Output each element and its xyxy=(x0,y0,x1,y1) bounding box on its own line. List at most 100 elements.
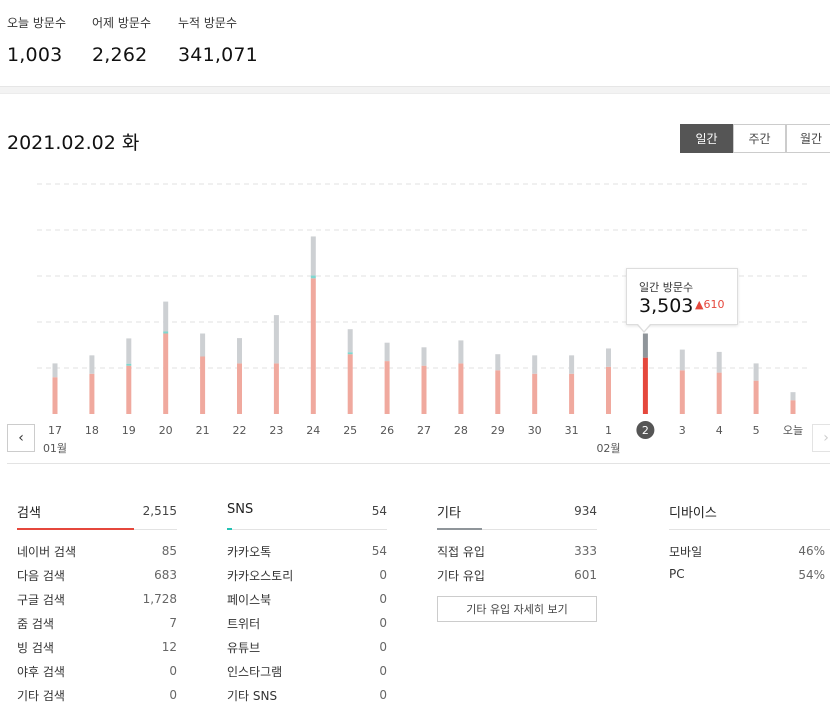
list-item: 네이버 검색 85 xyxy=(17,544,177,559)
selected-date: 2021.02.02 화 xyxy=(7,132,140,154)
bar-other xyxy=(89,355,95,374)
bar-other xyxy=(237,338,242,364)
device-title: 디바이스 xyxy=(669,506,717,521)
bar-search xyxy=(237,363,242,414)
total-visits: 누적 방문수 341,071 xyxy=(178,14,258,66)
bar-other xyxy=(52,363,58,378)
bar-search xyxy=(716,372,722,414)
bar-other xyxy=(126,338,132,364)
bar-search xyxy=(384,361,390,414)
section-divider xyxy=(0,86,830,94)
bar-other xyxy=(716,351,722,373)
list-item: 모바일 46% xyxy=(669,544,825,559)
bar-other xyxy=(753,363,759,381)
bar-sns xyxy=(347,352,353,355)
bar-other xyxy=(679,349,685,371)
bar-search xyxy=(642,357,648,414)
list-item: 페이스북 0 xyxy=(227,592,387,607)
bar-search xyxy=(126,365,132,414)
bar-search xyxy=(569,373,575,414)
tab-weekly[interactable]: 주간 xyxy=(733,124,786,153)
device-rows: 모바일 46% PC 54% xyxy=(669,530,830,588)
tick-label: 25 xyxy=(343,424,357,437)
bar-other xyxy=(458,340,464,364)
chart-bottom-divider xyxy=(7,463,830,464)
chevron-right-icon: › xyxy=(823,430,829,446)
yesterday-visits-value: 2,262 xyxy=(92,44,148,66)
search-share-bar xyxy=(17,528,134,530)
tab-daily[interactable]: 일간 xyxy=(680,124,733,153)
tick-label: 23 xyxy=(269,424,283,437)
bar-other xyxy=(347,329,353,353)
today-visits-label: 오늘 방문수 xyxy=(7,16,67,30)
tick-label: 20 xyxy=(159,424,173,437)
list-item: 구글 검색 1,728 xyxy=(17,592,177,607)
bar-other xyxy=(606,348,611,367)
bar-search xyxy=(200,356,206,414)
yesterday-visits-label: 어제 방문수 xyxy=(92,16,152,30)
sns-header: SNS 54 xyxy=(227,500,387,530)
tick-label: 24 xyxy=(306,424,320,437)
bar-search xyxy=(89,373,95,414)
bar-sns xyxy=(310,275,316,279)
tick-label: 18 xyxy=(85,424,99,437)
tab-monthly[interactable]: 월간 xyxy=(786,124,830,153)
search-total: 2,515 xyxy=(142,504,177,518)
tick-label: 31 xyxy=(565,424,579,437)
tick-label: 28 xyxy=(454,424,468,437)
bar-other xyxy=(421,347,427,366)
other-title: 기타 xyxy=(437,506,461,521)
tick-label: 30 xyxy=(528,424,542,437)
bar-other xyxy=(384,342,390,362)
bar-other xyxy=(569,355,575,374)
device-header: 디바이스 xyxy=(669,500,830,530)
tooltip-value: 3,503 xyxy=(639,295,694,317)
bar-search xyxy=(458,363,464,414)
device-panel: 디바이스 모바일 46% PC 54% xyxy=(669,500,830,588)
bar-other xyxy=(532,355,538,374)
other-details-button[interactable]: 기타 유입 자세히 보기 xyxy=(437,596,597,622)
other-header: 기타 934 xyxy=(437,500,597,530)
tick-label: 19 xyxy=(122,424,136,437)
bar-other xyxy=(273,315,279,364)
bar-search xyxy=(310,278,316,414)
tooltip-label: 일간 방문수 xyxy=(639,281,694,294)
list-item: 빙 검색 12 xyxy=(17,640,177,655)
sns-title: SNS xyxy=(227,502,254,517)
tick-label: 21 xyxy=(196,424,210,437)
month-label: 01월 xyxy=(43,442,67,455)
bar-search xyxy=(495,370,501,414)
list-item: 기타 SNS 0 xyxy=(227,688,387,703)
bar-search xyxy=(421,365,427,414)
other-panel: 기타 934 직접 유입 333 기타 유입 601 기타 유입 자세히 보기 xyxy=(437,500,597,622)
list-item: 줌 검색 7 xyxy=(17,616,177,631)
other-rows: 직접 유입 333 기타 유입 601 xyxy=(437,530,597,588)
other-total: 934 xyxy=(574,504,597,518)
chart-next-button[interactable]: › xyxy=(812,424,830,452)
bar-other xyxy=(642,333,648,358)
bar-other xyxy=(200,333,206,357)
list-item: 카카오톡 54 xyxy=(227,544,387,559)
list-item: 카카오스토리 0 xyxy=(227,568,387,583)
list-item: 야후 검색 0 xyxy=(17,664,177,679)
list-item: 직접 유입 333 xyxy=(437,544,597,559)
tick-label: 27 xyxy=(417,424,431,437)
bar-search xyxy=(163,333,169,414)
tick-label: 오늘 xyxy=(783,424,803,437)
chart-tooltip: 일간 방문수 3,503 ▲610 xyxy=(626,268,738,333)
chart-prev-button[interactable]: ‹ xyxy=(7,424,35,452)
bar-other xyxy=(310,236,316,276)
bar-other xyxy=(163,301,169,332)
search-rows: 네이버 검색 85 다음 검색 683 구글 검색 1,728 줌 검색 7 빙 검색 1… xyxy=(17,530,177,708)
tick-label: 2 xyxy=(642,424,649,437)
list-item: 인스타그램 0 xyxy=(227,664,387,679)
search-title: 검색 xyxy=(17,506,41,521)
list-item: PC 54% xyxy=(669,567,825,582)
bar-other xyxy=(495,354,501,371)
list-item: 트위터 0 xyxy=(227,616,387,631)
bar-search xyxy=(606,366,611,414)
total-visits-label: 누적 방문수 xyxy=(178,16,238,30)
bar-sns xyxy=(126,363,132,366)
bar-sns xyxy=(163,331,169,334)
tick-label: 1 xyxy=(605,424,612,437)
